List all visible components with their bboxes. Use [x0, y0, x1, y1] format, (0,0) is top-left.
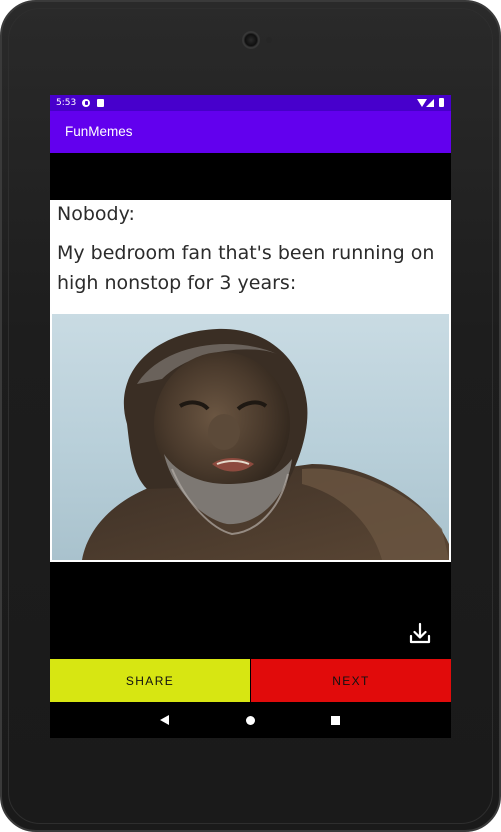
home-icon[interactable]	[246, 716, 255, 725]
recents-icon[interactable]	[331, 716, 340, 725]
status-bar: 5:53	[50, 95, 451, 111]
battery-icon	[439, 98, 444, 107]
share-button[interactable]: SHARE	[50, 659, 250, 702]
app-title: FunMemes	[65, 124, 133, 139]
old-man-illustration	[82, 328, 449, 560]
meme-photo-old-man	[52, 314, 449, 560]
meme-caption-nobody: Nobody:	[57, 203, 135, 225]
meme-image: Nobody: My bedroom fan that's been runni…	[50, 200, 451, 562]
action-buttons: SHARE NEXT	[50, 659, 451, 702]
app-bar: FunMemes	[50, 111, 451, 153]
download-icon	[409, 622, 431, 644]
screen: 5:53 FunMemes Nobody: My bedroom fan tha…	[50, 95, 451, 738]
signal-icon	[426, 99, 434, 107]
back-icon[interactable]	[160, 715, 169, 725]
sd-card-icon	[97, 99, 104, 107]
data-saver-icon	[82, 99, 90, 107]
front-camera	[242, 31, 260, 49]
status-time: 5:53	[56, 98, 77, 108]
tablet-device-frame: 5:53 FunMemes Nobody: My bedroom fan tha…	[0, 0, 501, 832]
light-sensor	[266, 37, 272, 43]
navigation-bar	[50, 702, 451, 738]
meme-caption-punchline: My bedroom fan that's been running on hi…	[57, 242, 435, 294]
next-button[interactable]: NEXT	[251, 659, 451, 702]
download-button[interactable]	[405, 619, 435, 649]
